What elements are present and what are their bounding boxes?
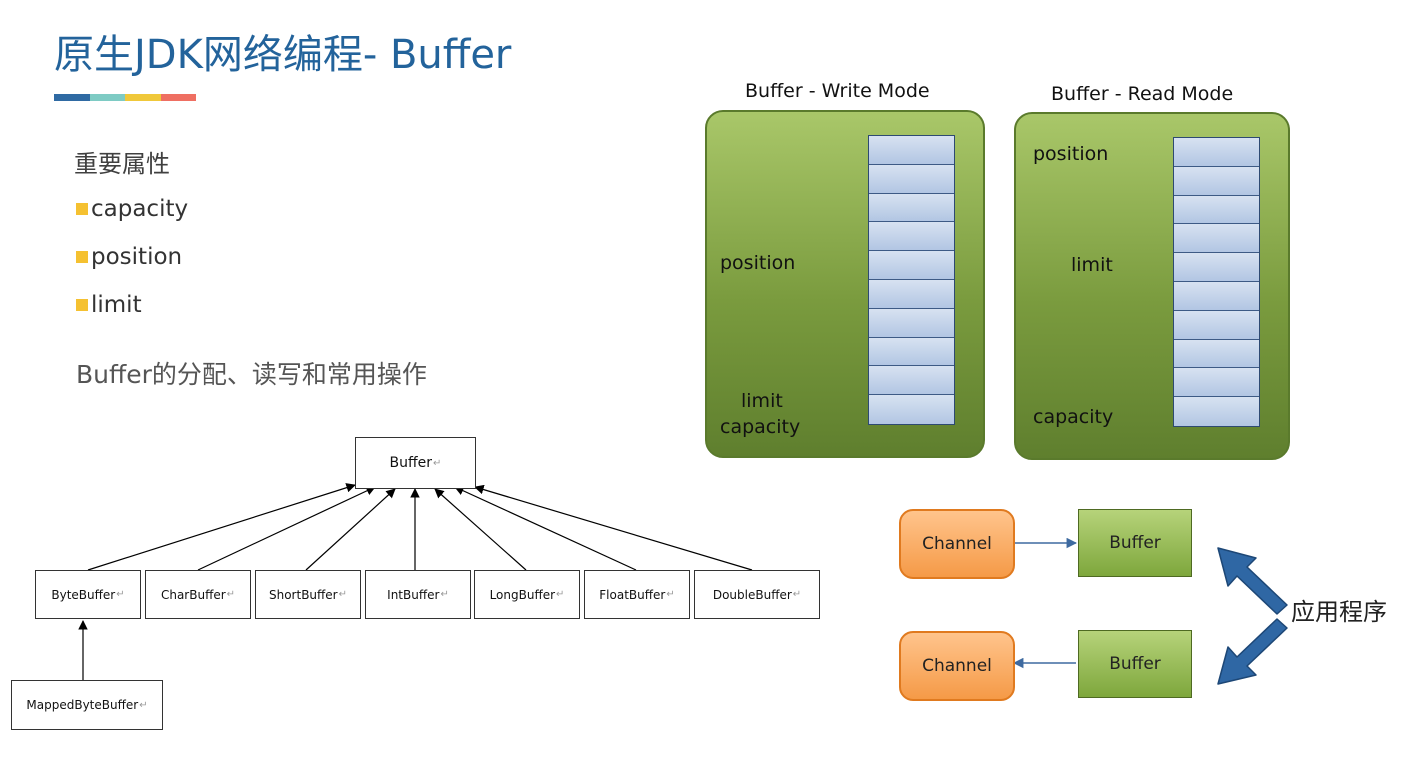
buffer-cell	[1174, 224, 1259, 254]
buffer-cell	[869, 308, 954, 338]
buffer-cell	[869, 193, 954, 223]
write-position-label: position	[720, 252, 796, 274]
buffer-cell	[869, 366, 954, 396]
buffer-cell	[1174, 281, 1259, 311]
return-mark-icon: ↵	[666, 589, 675, 600]
class-name: Buffer	[389, 455, 433, 471]
class-name: ShortBuffer	[268, 587, 338, 602]
class-name: LongBuffer	[489, 587, 556, 602]
application-label: 应用程序	[1291, 598, 1387, 626]
return-mark-icon: ↵	[556, 589, 565, 600]
class-box-intbuffer: IntBuffer ↵	[365, 570, 471, 619]
class-box-shortbuffer: ShortBuffer ↵	[255, 570, 361, 619]
buffer-cell	[1174, 310, 1259, 340]
return-mark-icon: ↵	[792, 589, 802, 600]
buffer-cell	[1174, 397, 1259, 426]
channel-box-bottom: Channel	[899, 631, 1015, 701]
inherit-line-floatbuffer	[454, 486, 637, 571]
read-position-label: position	[1033, 143, 1109, 165]
buffer-cell	[1174, 339, 1259, 369]
app-to-bottom-buffer-arrow-icon	[1217, 618, 1288, 685]
buffer-cell	[1174, 166, 1259, 196]
write-capacity-label: capacity	[720, 416, 801, 438]
inherit-line-longbuffer	[434, 488, 527, 571]
buffer-cell	[1174, 253, 1259, 282]
buffer-cell	[869, 337, 954, 367]
buffer-cell	[869, 251, 954, 280]
write-buffer-stack	[868, 135, 955, 425]
buffer-cell	[1174, 195, 1259, 225]
class-name: ByteBuffer	[51, 587, 116, 602]
return-mark-icon: ↵	[433, 457, 442, 469]
return-mark-icon: ↵	[440, 589, 449, 600]
inherit-line-bytebuffer	[87, 483, 356, 571]
class-box-floatbuffer: FloatBuffer ↵	[584, 570, 690, 619]
class-box-charbuffer: CharBuffer ↵	[145, 570, 251, 619]
class-name: FloatBuffer	[599, 587, 666, 602]
class-name: DoubleBuffer	[712, 587, 792, 602]
write-limit-label: limit	[741, 390, 783, 412]
read-mode-title: Buffer - Read Mode	[1051, 83, 1234, 105]
channel-box-top: Channel	[899, 509, 1015, 579]
class-box-mappedbytebuffer: MappedByteBuffer ↵	[11, 680, 163, 730]
class-box-buffer: Buffer ↵	[355, 437, 476, 489]
read-limit-label: limit	[1071, 254, 1113, 276]
buffer-cell	[869, 279, 954, 309]
class-name: MappedByteBuffer	[26, 698, 139, 712]
class-name: CharBuffer	[160, 587, 226, 602]
inherit-line-charbuffer	[197, 486, 376, 571]
return-mark-icon: ↵	[139, 699, 148, 711]
buffer-cell	[869, 164, 954, 194]
inherit-line-shortbuffer	[305, 488, 396, 571]
class-box-longbuffer: LongBuffer ↵	[474, 570, 580, 619]
inherit-line-doublebuffer	[474, 484, 753, 571]
read-capacity-label: capacity	[1033, 406, 1114, 428]
return-mark-icon: ↵	[338, 589, 347, 600]
read-buffer-stack	[1173, 137, 1260, 427]
buffer-cell	[1174, 368, 1259, 398]
buffer-cell	[869, 395, 954, 424]
buffer-box-bottom: Buffer	[1078, 630, 1192, 698]
app-to-top-buffer-arrow-icon	[1217, 547, 1288, 615]
class-box-bytebuffer: ByteBuffer ↵	[35, 570, 141, 619]
buffer-cell	[869, 222, 954, 252]
buffer-box-top: Buffer	[1078, 509, 1192, 577]
buffer-cell	[1174, 138, 1259, 167]
write-mode-title: Buffer - Write Mode	[745, 80, 930, 102]
return-mark-icon: ↵	[226, 589, 236, 600]
return-mark-icon: ↵	[116, 589, 125, 600]
buffer-cell	[869, 136, 954, 165]
class-name: IntBuffer	[387, 587, 440, 602]
class-box-doublebuffer: DoubleBuffer ↵	[694, 570, 820, 619]
